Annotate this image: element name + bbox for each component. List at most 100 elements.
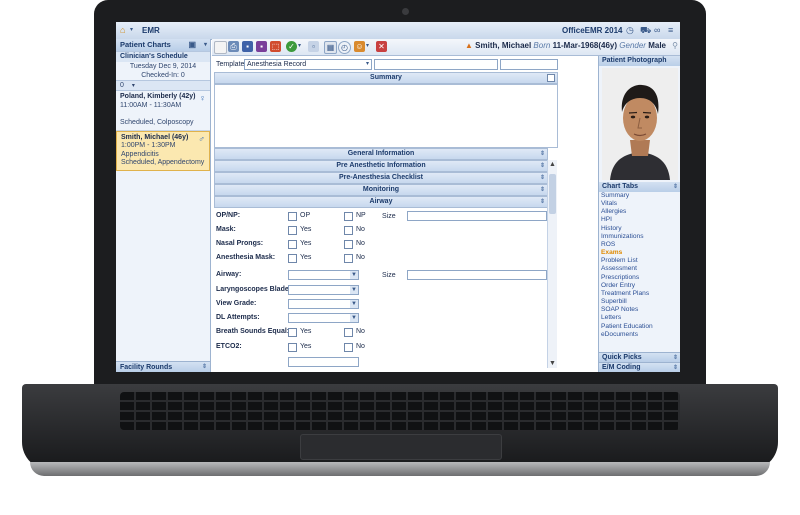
facility-rounds-header[interactable]: Facility Rounds ⇕ bbox=[116, 361, 210, 372]
chart-tab-history[interactable]: History bbox=[601, 225, 680, 233]
chart-tab-vitals[interactable]: Vitals bbox=[601, 200, 680, 208]
chart-tab-exams[interactable]: Exams bbox=[601, 249, 680, 257]
chevron-down-icon[interactable]: ▾ bbox=[366, 60, 369, 69]
chart-tab-order-entry[interactable]: Order Entry bbox=[601, 282, 680, 290]
appointment-reason: Appendicitis bbox=[121, 150, 159, 158]
appointment-item[interactable]: Poland, Kimberly (42y) 11:00AM - 11:30AM… bbox=[116, 91, 210, 131]
chevron-down-icon[interactable]: ▼ bbox=[350, 300, 358, 308]
print-icon[interactable]: ⎙ bbox=[228, 41, 239, 52]
op-np-size-input[interactable] bbox=[407, 211, 547, 221]
op-checkbox[interactable] bbox=[288, 212, 297, 221]
airway-select[interactable]: ▼ bbox=[288, 270, 359, 280]
chart-tab-allergies[interactable]: Allergies bbox=[601, 208, 680, 216]
mask-no-checkbox[interactable] bbox=[344, 226, 353, 235]
chart-tab-treatment-plans[interactable]: Treatment Plans bbox=[601, 290, 680, 298]
floppy-icon[interactable]: ▣ bbox=[188, 39, 196, 51]
chevron-down-icon[interactable]: ▾ bbox=[132, 83, 135, 89]
expand-icon[interactable]: ⇕ bbox=[540, 161, 545, 171]
chart-tab-problem-list[interactable]: Problem List bbox=[601, 257, 680, 265]
expand-icon[interactable]: ⇕ bbox=[540, 149, 545, 159]
expand-icon[interactable]: ⇕ bbox=[202, 362, 207, 372]
scroll-up-icon[interactable]: ▲ bbox=[549, 161, 556, 168]
section-monitoring[interactable]: Monitoring ⇕ bbox=[214, 184, 548, 196]
airway-size-input[interactable] bbox=[407, 270, 547, 280]
clock-icon[interactable]: ◷ bbox=[626, 25, 634, 36]
chart-tab-ros[interactable]: ROS bbox=[601, 241, 680, 249]
patient-icon[interactable]: ☺ bbox=[354, 41, 365, 52]
chart-tab-prescriptions[interactable]: Prescriptions bbox=[601, 274, 680, 282]
appointment-status: Scheduled, Appendectomy bbox=[121, 159, 205, 166]
template-field-2[interactable] bbox=[374, 59, 498, 70]
form-scrollbar[interactable]: ▲ ▼ bbox=[547, 160, 557, 368]
scroll-thumb[interactable] bbox=[549, 174, 556, 214]
document-icon[interactable]: ▫ bbox=[308, 41, 319, 52]
anesthesia-mask-yes-checkbox[interactable] bbox=[288, 254, 297, 263]
summary-header[interactable]: Summary bbox=[214, 72, 558, 84]
view-grade-select[interactable]: ▼ bbox=[288, 299, 359, 309]
etco2-no-checkbox[interactable] bbox=[344, 343, 353, 352]
mask-yes-checkbox[interactable] bbox=[288, 226, 297, 235]
chevron-down-icon[interactable]: ▼ bbox=[350, 271, 358, 279]
chevron-down-icon[interactable]: ▾ bbox=[204, 39, 207, 51]
anesthesia-mask-no-checkbox[interactable] bbox=[344, 254, 353, 263]
quick-picks-header[interactable]: Quick Picks ⇕ bbox=[599, 352, 680, 362]
appointment-item-selected[interactable]: Smith, Michael (46y) 1:00PM - 1:30PM App… bbox=[116, 130, 210, 171]
history-icon[interactable]: ◴ bbox=[338, 41, 351, 54]
home-icon[interactable]: ⌂ bbox=[120, 25, 125, 35]
alert-icon[interactable]: ✕ bbox=[376, 41, 387, 52]
save-icon[interactable]: ▪ bbox=[242, 41, 253, 52]
chevron-down-icon[interactable]: ▼ bbox=[350, 286, 358, 294]
nasal-no-checkbox[interactable] bbox=[344, 240, 353, 249]
calendar-icon[interactable]: ▦ bbox=[324, 41, 337, 54]
chart-tab-edocuments[interactable]: eDocuments bbox=[601, 331, 680, 339]
section-pre-anesthesia-checklist[interactable]: Pre-Anesthesia Checklist ⇕ bbox=[214, 172, 548, 184]
sign-icon[interactable]: ✓ bbox=[286, 41, 297, 52]
chart-tab-patient-education[interactable]: Patient Education bbox=[601, 323, 680, 331]
new-document-icon[interactable] bbox=[214, 41, 227, 54]
chevron-down-icon[interactable]: ▼ bbox=[350, 314, 358, 322]
template-select[interactable]: Anesthesia Record ▾ bbox=[244, 59, 372, 70]
section-general-information[interactable]: General Information ⇕ bbox=[214, 148, 548, 160]
chart-tab-hpi[interactable]: HPI bbox=[601, 216, 680, 224]
chevron-down-icon[interactable]: ▾ bbox=[130, 26, 133, 33]
search-icon[interactable]: ⚲ bbox=[672, 41, 678, 50]
binoculars-icon[interactable]: ∞ bbox=[654, 25, 660, 35]
breath-sounds-yes-checkbox[interactable] bbox=[288, 328, 297, 337]
export-icon[interactable]: ⬚ bbox=[270, 41, 281, 52]
section-pre-anesthetic-information[interactable]: Pre Anesthetic Information ⇕ bbox=[214, 160, 548, 172]
car-icon[interactable]: ⛟ bbox=[640, 25, 651, 37]
expand-icon[interactable]: ⇕ bbox=[540, 197, 545, 207]
expand-icon[interactable]: ⇕ bbox=[673, 182, 678, 192]
partial-select[interactable] bbox=[288, 357, 359, 367]
section-airway[interactable]: Airway ⇕ bbox=[214, 196, 548, 208]
chart-tab-superbill[interactable]: Superbill bbox=[601, 298, 680, 306]
save-as-icon[interactable]: ▪ bbox=[256, 41, 267, 52]
summary-checkbox[interactable] bbox=[547, 74, 555, 82]
field-label: Anesthesia Mask: bbox=[216, 254, 276, 261]
chart-tab-letters[interactable]: Letters bbox=[601, 314, 680, 322]
chart-tab-immunizations[interactable]: Immunizations bbox=[601, 233, 680, 241]
scroll-down-icon[interactable]: ▼ bbox=[549, 360, 556, 367]
expand-icon[interactable]: ⇕ bbox=[673, 363, 678, 372]
breath-sounds-no-checkbox[interactable] bbox=[344, 328, 353, 337]
schedule-pager[interactable]: 0 ▾ bbox=[116, 80, 210, 91]
laryngoscopes-blade-select[interactable]: ▼ bbox=[288, 285, 359, 295]
chart-tab-assessment[interactable]: Assessment bbox=[601, 265, 680, 273]
brand-label: OfficeEMR 2014 bbox=[562, 26, 623, 35]
menu-icon[interactable]: ≡ bbox=[668, 25, 673, 35]
chart-tab-summary[interactable]: Summary bbox=[601, 192, 680, 200]
schedule-header[interactable]: Clinician's Schedule bbox=[116, 51, 210, 62]
option-label: No bbox=[356, 254, 365, 261]
np-checkbox[interactable] bbox=[344, 212, 353, 221]
nasal-yes-checkbox[interactable] bbox=[288, 240, 297, 249]
em-coding-header[interactable]: E/M Coding ⇕ bbox=[599, 362, 680, 372]
etco2-yes-checkbox[interactable] bbox=[288, 343, 297, 352]
expand-icon[interactable]: ⇕ bbox=[540, 173, 545, 183]
chart-tab-soap-notes[interactable]: SOAP Notes bbox=[601, 306, 680, 314]
dl-attempts-select[interactable]: ▼ bbox=[288, 313, 359, 323]
template-field-3[interactable] bbox=[500, 59, 558, 70]
chevron-down-icon[interactable]: ▾ bbox=[298, 42, 301, 49]
chevron-down-icon[interactable]: ▾ bbox=[366, 42, 369, 49]
expand-icon[interactable]: ⇕ bbox=[540, 185, 545, 195]
summary-textarea[interactable] bbox=[214, 84, 558, 148]
